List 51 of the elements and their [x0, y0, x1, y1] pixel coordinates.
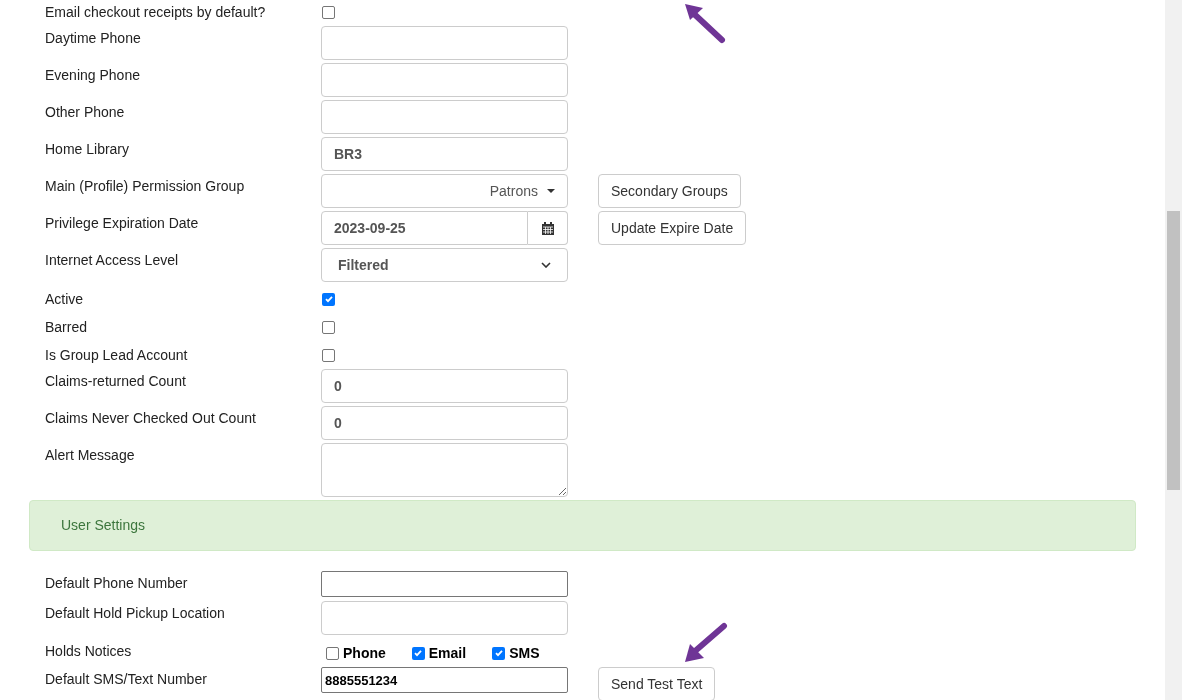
field-label: Other Phone	[45, 103, 126, 122]
field-label: Is Group Lead Account	[45, 345, 189, 365]
dropdown-button[interactable]: Patrons	[321, 174, 568, 208]
action-button[interactable]: Update Expire Date	[598, 211, 747, 245]
scrollbar[interactable]	[1165, 0, 1182, 700]
text-field[interactable]	[321, 571, 568, 597]
checkbox[interactable]	[322, 348, 335, 362]
scrollbar-thumb[interactable]	[1167, 211, 1180, 490]
field-label: Claims Never Checked Out Count	[45, 409, 257, 428]
checkbox[interactable]	[411, 646, 425, 660]
field-label: Default Phone Number	[45, 574, 189, 593]
field-label: Internet Access Level	[45, 251, 180, 270]
checkbox[interactable]	[326, 646, 339, 660]
field-label: Home Library	[45, 140, 131, 159]
checkbox[interactable]	[322, 5, 335, 19]
text-field[interactable]	[321, 26, 568, 60]
text-field[interactable]: 0	[321, 406, 568, 440]
action-button[interactable]: Secondary Groups	[598, 174, 741, 208]
text-field[interactable]: 8885551234	[321, 667, 568, 693]
select-field[interactable]: Filtered	[321, 248, 568, 282]
dropdown-value: Patrons	[489, 181, 538, 201]
field-label: Privilege Expiration Date	[45, 214, 200, 233]
field-label: Main (Profile) Permission Group	[45, 177, 246, 196]
caret-icon	[547, 189, 555, 193]
text-field[interactable]: 0	[321, 369, 568, 403]
field-label: Default Hold Pickup Location	[45, 604, 226, 623]
field-label: Default SMS/Text Number	[45, 670, 208, 689]
field-label: Daytime Phone	[45, 29, 142, 48]
text-field[interactable]: BR3	[321, 137, 568, 171]
action-button[interactable]: Send Test Text	[598, 667, 716, 700]
field-label: Alert Message	[45, 446, 136, 465]
field-label: Active	[45, 289, 85, 309]
calendar-button[interactable]	[528, 211, 568, 245]
checkbox[interactable]	[322, 320, 335, 334]
field-label: Barred	[45, 317, 89, 337]
field-label: Holds Notices	[45, 642, 133, 661]
calendar-icon	[541, 221, 554, 235]
date-field[interactable]: 2023-09-25	[321, 211, 528, 245]
checkbox[interactable]	[492, 646, 506, 660]
text-field[interactable]	[321, 63, 568, 97]
option-label: Email	[428, 643, 468, 663]
field-label: Evening Phone	[45, 66, 141, 85]
option-label: Phone	[343, 643, 387, 663]
text-field[interactable]	[321, 601, 568, 635]
option-label: SMS	[509, 643, 541, 663]
chevron-down-icon	[541, 262, 551, 268]
field-label: Claims-returned Count	[45, 372, 187, 391]
text-field[interactable]	[321, 100, 568, 134]
field-label: Email checkout receipts by default?	[45, 2, 267, 22]
checkbox[interactable]	[322, 292, 335, 306]
section-header: User Settings	[29, 500, 1136, 551]
